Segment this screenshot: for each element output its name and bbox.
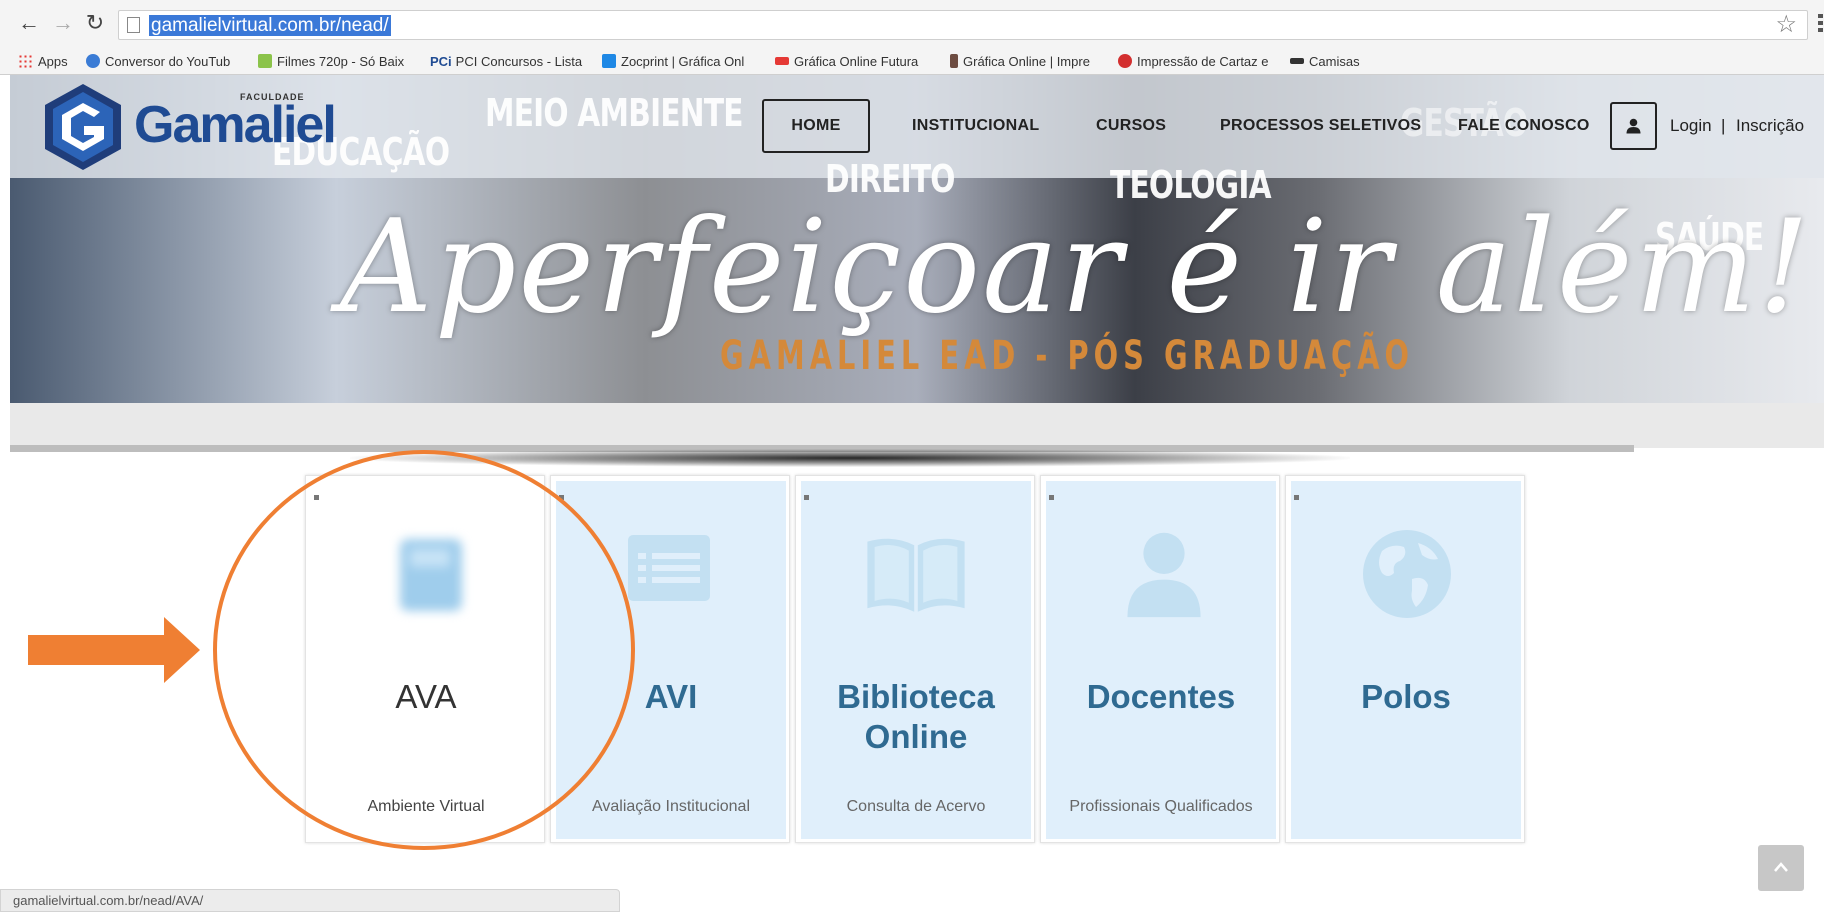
url-text[interactable]: gamalielvirtual.com.br/nead/ [149,15,391,36]
card-title: Biblioteca Online [837,678,995,755]
card-biblioteca[interactable]: Biblioteca Online Consulta de Acervo [795,475,1035,843]
apps-grid-icon [18,54,32,68]
browser-menu-icon[interactable] [1818,14,1824,36]
nav-cursos[interactable]: CURSOS [1096,99,1166,153]
back-arrow-icon[interactable]: ← [16,10,42,36]
scroll-top-button[interactable] [1758,845,1804,891]
bookmark-futura[interactable]: Gráfica Online Futura [775,53,931,71]
reload-icon[interactable]: ↻ [82,10,108,36]
open-book-icon [867,538,965,612]
chevron-up-icon [1774,862,1788,872]
poster-icon [1118,54,1132,68]
bookmark-pci[interactable]: PCi PCI Concursos - Lista [430,53,586,71]
login-link[interactable]: Login [1670,99,1712,153]
bookmark-apps[interactable]: Apps [18,53,68,71]
bookmark-impressao[interactable]: Impressão de Cartaz e [1118,53,1274,71]
card-polos[interactable]: Polos [1285,475,1525,843]
pci-logo-icon: PCi [430,54,452,69]
nav-fale-conosco[interactable]: FALE CONOSCO [1458,99,1590,153]
download-icon [258,54,272,68]
card-marker [804,495,809,500]
nav-home[interactable]: HOME [762,99,870,153]
card-subtitle: Profissionais Qualificados [1069,798,1253,815]
print-icon [950,54,958,68]
shirt-icon [1290,58,1304,64]
card-marker [1294,495,1299,500]
browser-toolbar: ← → ↻ gamalielvirtual.com.br/nead/ ☆ [0,0,1824,48]
card-title: Docentes [1086,678,1236,715]
logo-name: Gamaliel [134,96,337,154]
card-subtitle: Avaliação Institucional [591,798,751,815]
nav-institucional[interactable]: INSTITUCIONAL [912,99,1039,153]
bookmark-zocprint[interactable]: Zocprint | Gráfica Onl [602,53,758,71]
bookmark-grafica-online[interactable]: Gráfica Online | Impre [950,53,1106,71]
user-button[interactable] [1610,102,1657,150]
hero-tagline: GAMALIEL EAD - PÓS GRADUAÇÃO [720,333,1415,379]
card-docentes[interactable]: Docentes Profissionais Qualificados [1040,475,1280,843]
annotation-arrow-icon [28,617,200,683]
site-logo[interactable]: FACULDADE Gamaliel [42,79,337,175]
logo-g-icon [45,84,121,170]
nav-processos-seletivos[interactable]: PROCESSOS SELETIVOS [1220,99,1421,153]
bookmark-filmes[interactable]: Filmes 720p - Só Baix [258,53,416,71]
futura-icon [775,57,789,65]
bookmark-star-icon[interactable]: ☆ [1775,12,1797,38]
signup-link[interactable]: Inscrição [1736,99,1804,153]
card-polos-inner[interactable]: Polos [1291,481,1521,839]
hero-word-meio-ambiente: MEIO AMBIENTE [485,91,744,135]
list-icon [628,535,710,601]
bookmarks-bar: Apps Conversor do YouTub Filmes 720p - S… [0,48,1824,75]
globe-icon [1363,530,1451,618]
status-bar-url: gamalielvirtual.com.br/nead/AVA/ [0,889,620,912]
card-title: Polos [1361,678,1451,715]
card-biblioteca-inner[interactable]: Biblioteca Online Consulta de Acervo [801,481,1031,839]
card-marker [1049,495,1054,500]
user-icon [1127,532,1201,618]
bookmark-conversor[interactable]: Conversor do YouTub [86,53,242,71]
address-bar[interactable]: gamalielvirtual.com.br/nead/ ☆ [118,10,1808,40]
auth-separator: | [1721,116,1726,135]
converter-icon [86,54,100,68]
forward-arrow-icon[interactable]: → [50,10,76,36]
hero-slogan: Aperfeiçoar é ir além! [340,193,1812,342]
page-icon [127,17,140,33]
bookmark-camisas[interactable]: Camisas [1290,53,1360,71]
annotation-circle [213,450,635,850]
card-subtitle: Consulta de Acervo [846,798,986,815]
section-divider [10,403,1824,448]
card-docentes-inner[interactable]: Docentes Profissionais Qualificados [1046,481,1276,839]
user-icon [1626,118,1641,134]
zocprint-icon [602,54,616,68]
